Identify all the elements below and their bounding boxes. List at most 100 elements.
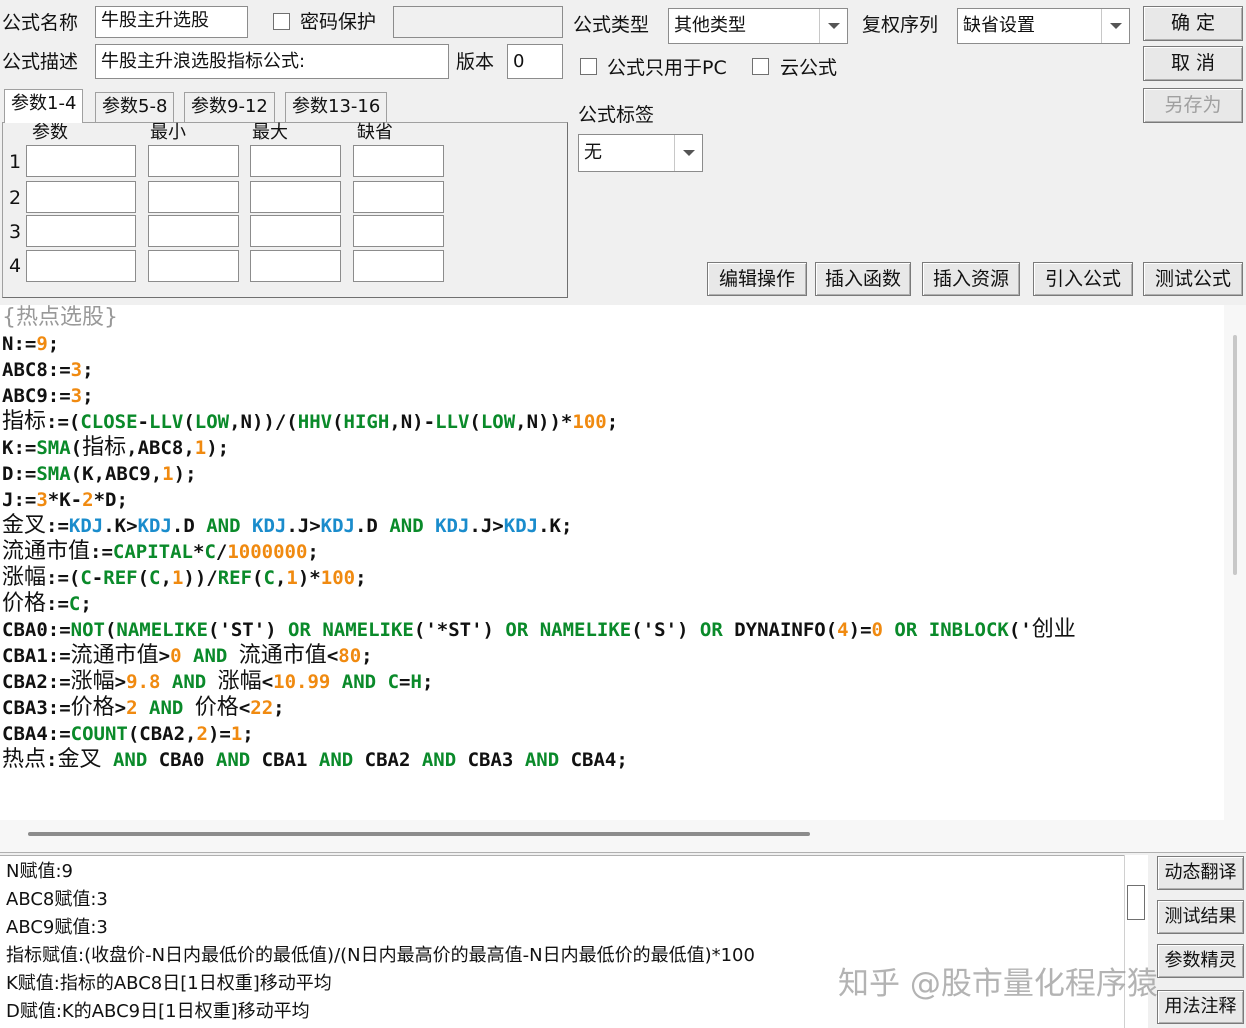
- edit-operations-button[interactable]: 编辑操作: [707, 262, 807, 296]
- param-max-input[interactable]: [250, 250, 341, 282]
- tab-params-9-12[interactable]: 参数9-12: [184, 92, 275, 122]
- code-token: 价格: [70, 695, 115, 720]
- tab-params-5-8[interactable]: 参数5-8: [95, 92, 175, 122]
- param-min-input[interactable]: [148, 215, 239, 247]
- code-token: 22: [250, 697, 274, 719]
- code-token: 指标: [82, 435, 127, 460]
- code-token: OR: [288, 619, 311, 641]
- code-token: LOW: [194, 411, 230, 433]
- chevron-down-icon[interactable]: [819, 9, 847, 43]
- password-protect-checkbox[interactable]: [273, 13, 290, 30]
- param-name-input[interactable]: [26, 181, 136, 213]
- code-token: AND: [215, 749, 251, 771]
- formula-code-editor[interactable]: {热点选股} N:=9; ABC8:=3; ABC9:=3; 指标:=(CLOSE-L…: [0, 305, 1224, 820]
- code-token: C: [149, 567, 161, 589]
- import-formula-button[interactable]: 引入公式: [1033, 262, 1133, 296]
- chevron-down-icon[interactable]: [1101, 9, 1129, 43]
- param-name-input[interactable]: [26, 145, 136, 177]
- test-formula-button[interactable]: 测试公式: [1143, 262, 1243, 296]
- code-vertical-scrollbar[interactable]: [1224, 305, 1246, 820]
- code-token: 100: [572, 411, 607, 433]
- code-token: -: [91, 567, 104, 589]
- watermark-text: 知乎 @股市量化程序猿: [838, 966, 1158, 1002]
- code-token: ,ABC8,: [126, 437, 195, 459]
- code-token: .J>: [469, 515, 504, 537]
- cloud-formula-checkbox[interactable]: [752, 58, 769, 75]
- code-line: N:=9;: [2, 331, 59, 357]
- code-horizontal-scroll-thumb[interactable]: [28, 832, 810, 836]
- code-token: CBA1:=: [2, 645, 71, 667]
- test-result-button[interactable]: 测试结果: [1157, 900, 1244, 934]
- code-token: DYNAINFO(: [722, 619, 838, 641]
- version-input[interactable]: 0: [507, 44, 563, 79]
- param-name-input[interactable]: [26, 250, 136, 282]
- code-token: .K>: [103, 515, 138, 537]
- usage-notes-button[interactable]: 用法注释: [1157, 990, 1244, 1024]
- code-token: ABC8:=: [2, 359, 71, 381]
- code-token: .D: [171, 515, 207, 537]
- code-token: SMA: [36, 463, 71, 485]
- cancel-button[interactable]: 取 消: [1143, 46, 1243, 81]
- code-token: 流通市值: [238, 643, 327, 668]
- code-line: 流通市值:=CAPITAL*C/1000000;: [2, 539, 319, 565]
- password-input[interactable]: [393, 6, 563, 38]
- param-row-number: 1: [9, 151, 22, 173]
- param-max-input[interactable]: [250, 145, 341, 177]
- tab-params-13-16[interactable]: 参数13-16: [285, 92, 388, 122]
- code-token: 2: [196, 723, 208, 745]
- dynamic-translate-button[interactable]: 动态翻译: [1157, 856, 1244, 890]
- code-token: OR: [894, 619, 918, 641]
- code-token: NAMELIKE: [116, 619, 208, 641]
- code-horizontal-scrollbar[interactable]: [0, 820, 1246, 853]
- code-token: 0: [871, 619, 883, 641]
- param-default-input[interactable]: [353, 181, 444, 213]
- param-max-input[interactable]: [250, 181, 341, 213]
- code-token: ('ST'): [207, 619, 289, 641]
- code-token: 10.99: [273, 671, 331, 693]
- code-comment-text: {热点选股}: [2, 305, 118, 330]
- param-max-input[interactable]: [250, 215, 341, 247]
- code-token: 4: [837, 619, 849, 641]
- code-vertical-scroll-thumb[interactable]: [1233, 335, 1237, 575]
- code-token: SMA: [36, 437, 71, 459]
- code-line: J:=3*K-2*D;: [2, 487, 128, 513]
- code-token: 3: [70, 385, 83, 407]
- code-line: 指标:=(CLOSE-LLV(LOW,N))/(HHV(HIGH,N)-LLV(…: [2, 409, 618, 435]
- output-line: ABC8赋值:3: [6, 889, 108, 910]
- param-default-input[interactable]: [353, 250, 444, 282]
- chevron-down-icon[interactable]: [674, 135, 702, 171]
- param-min-input[interactable]: [148, 250, 239, 282]
- ok-button[interactable]: 确 定: [1143, 6, 1243, 41]
- code-token: C: [80, 567, 92, 589]
- param-wizard-button[interactable]: 参数精灵: [1157, 944, 1244, 978]
- code-token: ))/: [183, 567, 218, 589]
- param-name-input[interactable]: [26, 215, 136, 247]
- insert-function-button[interactable]: 插入函数: [815, 262, 911, 296]
- code-token: <: [261, 671, 274, 693]
- code-token: ;: [307, 541, 319, 563]
- code-token: KDJ: [68, 515, 104, 537]
- formula-tag-select[interactable]: 无: [578, 134, 703, 172]
- code-token: J:=: [2, 489, 37, 511]
- code-token: .K;: [538, 515, 573, 537]
- tab-params-1-4[interactable]: 参数1-4: [4, 89, 84, 123]
- adjust-series-value: 缺省设置: [963, 15, 1035, 36]
- param-min-input[interactable]: [148, 181, 239, 213]
- formula-type-select[interactable]: 其他类型: [668, 8, 848, 44]
- adjust-series-select[interactable]: 缺省设置: [957, 8, 1130, 44]
- pc-only-checkbox[interactable]: [580, 58, 597, 75]
- output-scroll-thumb[interactable]: [1127, 885, 1145, 920]
- code-token: CBA1: [250, 749, 319, 771]
- code-token: ('S'): [631, 619, 700, 641]
- param-default-input[interactable]: [353, 215, 444, 247]
- formula-desc-input[interactable]: 牛股主升浪选股指标公式:: [95, 44, 449, 79]
- code-token: ('*ST'): [413, 619, 506, 641]
- param-default-input[interactable]: [353, 145, 444, 177]
- insert-resource-button[interactable]: 插入资源: [922, 262, 1020, 296]
- save-as-button[interactable]: 另存为: [1143, 88, 1243, 123]
- param-min-input[interactable]: [148, 145, 239, 177]
- formula-name-input[interactable]: 牛股主升选股: [95, 6, 248, 38]
- code-token: CBA0: [147, 749, 216, 771]
